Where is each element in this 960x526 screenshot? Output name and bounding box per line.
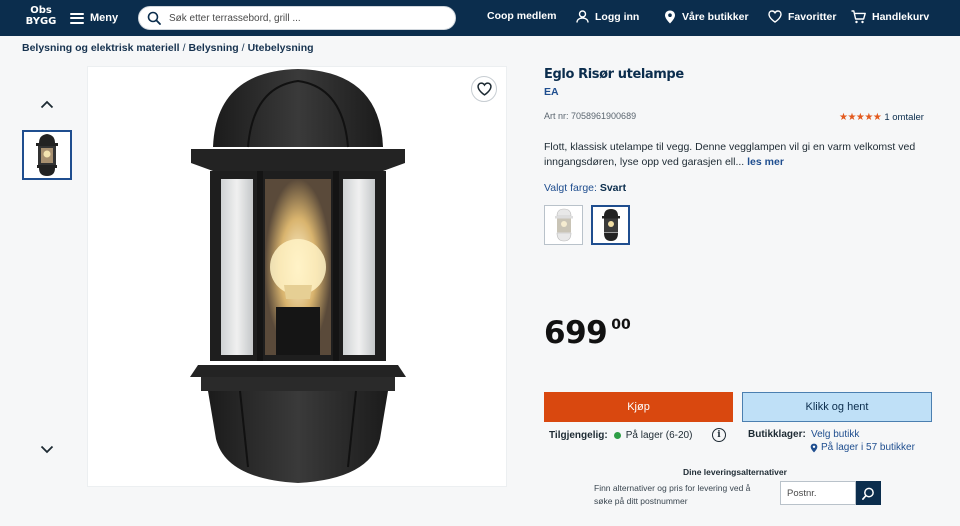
nav-login-label: Logg inn [595,10,640,23]
availability-value: På lager (6-20) [625,430,693,441]
white-lamp-swatch-image [554,208,573,242]
top-header: Obs BYGG Meny Coop medlem Logg inn Våre … [0,0,960,36]
gallery-down-button[interactable] [38,442,56,456]
in-stock-dot-icon [613,432,621,439]
search-icon[interactable] [147,11,161,25]
nav-stores[interactable]: Våre butikker [664,10,749,24]
breadcrumb: Belysning og elektrisk materiell / Belysni… [22,42,314,54]
user-icon [576,10,589,23]
rating-stars-icon: ★★★★★ [839,112,882,123]
availability-label: Tilgjengelig: [549,430,608,441]
lamp-thumbnail-image [36,134,58,176]
article-number: Art nr: 7058961900689 [544,111,637,121]
color-swatch-white[interactable] [544,205,583,245]
color-label: Valgt farge: [544,182,597,194]
nav-favorites-label: Favoritter [788,10,837,23]
logo-line-2: BYGG [25,16,57,27]
product-main-image[interactable] [87,66,507,487]
product-title: Eglo Risør utelampe [544,67,684,82]
hamburger-icon [70,12,84,24]
nav-cart-label: Handlekurv [872,11,930,23]
product-description: Flott, klassisk utelampe til vegg. Denne… [544,140,934,170]
heart-icon [768,10,782,23]
menu-button[interactable]: Meny [70,9,118,27]
nav-login[interactable]: Logg inn [576,10,639,23]
info-icon[interactable]: i [712,428,726,442]
black-lamp-swatch-image [601,209,620,241]
menu-label: Meny [90,12,119,24]
location-pin-icon [810,443,818,452]
color-value: Svart [599,182,627,194]
delivery-text: Finn alternativer og pris for levering v… [594,483,751,506]
chevron-down-icon [40,445,54,453]
buy-button[interactable]: Kjøp [544,392,733,422]
selected-color: Valgt farge: Svart [544,182,626,194]
choose-store-link[interactable]: Velg butikk [811,429,859,440]
add-to-favorites-button[interactable] [471,76,497,102]
store-stock-value: På lager i 57 butikker [821,442,915,453]
nav-coop-member[interactable]: Coop medlem [487,10,556,22]
store-stock-label: Butikklager: [748,429,806,440]
description-text: Flott, klassisk utelampe til vegg. Denne… [544,141,916,168]
postal-search-button[interactable] [856,481,881,505]
gallery-up-button[interactable] [38,97,56,111]
nav-favorites[interactable]: Favoritter [768,10,836,23]
search-bar[interactable] [138,6,456,30]
click-and-collect-button[interactable]: Klikk og hent [742,392,932,422]
read-more-link[interactable]: les mer [747,156,784,168]
logo-line-1: Obs [30,5,52,16]
review-count: 1 omtaler [884,112,924,123]
outdoor-lamp-image [190,69,406,483]
nav-stores-label: Våre butikker [682,11,749,23]
search-input[interactable] [169,12,439,24]
availability: Tilgjengelig: På lager (6-20) [549,430,692,441]
nav-coop-member-label: Coop medlem [487,10,557,22]
chevron-up-icon [40,100,54,108]
rating[interactable]: ★★★★★ 1 omtaler [839,112,924,123]
product-brand[interactable]: EA [544,86,559,98]
nav-cart[interactable]: Handlekurv [851,10,929,24]
product-price: 699 00 [544,315,631,351]
breadcrumb-item[interactable]: Belysning og elektrisk materiell [22,42,180,54]
breadcrumb-item[interactable]: Belysning [188,42,238,54]
postal-code-input[interactable] [780,481,856,505]
obs-bygg-logo[interactable]: Obs BYGG [22,5,60,31]
color-swatch-black[interactable] [591,205,630,245]
gallery-thumbnail[interactable] [22,130,72,180]
delivery-title: Dine leveringsalternativer [683,467,787,477]
price-integer: 699 [544,315,608,351]
store-stock-link[interactable]: På lager i 57 butikker [810,442,915,453]
location-pin-icon [665,10,675,24]
search-icon [862,487,874,500]
shopping-cart-icon [851,10,866,24]
breadcrumb-item[interactable]: Utebelysning [248,42,314,54]
heart-icon [476,82,492,96]
price-decimals: 00 [611,317,631,333]
